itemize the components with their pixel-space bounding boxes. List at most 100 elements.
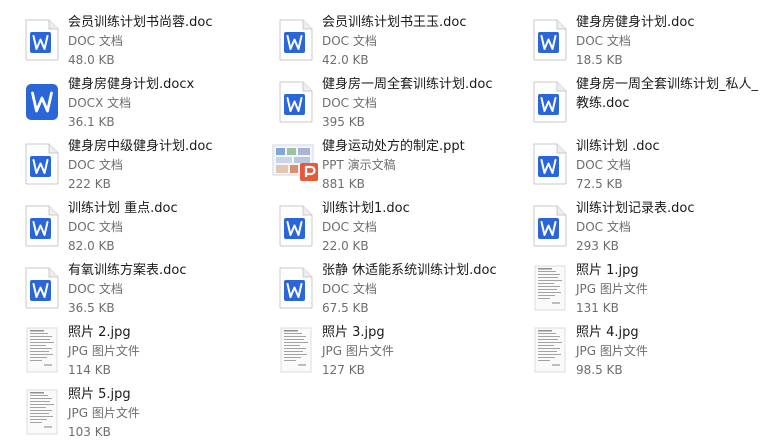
file-size: 48.0 KB: [68, 53, 115, 67]
doc-file-icon: [279, 267, 313, 309]
file-icon-container: [526, 12, 574, 68]
file-item[interactable]: 有氧训练方案表.doc DOC 文档 36.5 KB: [18, 260, 258, 320]
file-item[interactable]: 健身房一周全套训练计划.doc DOC 文档 395 KB: [272, 74, 512, 134]
jpg-thumbnail-icon: [26, 327, 58, 373]
file-type: DOC 文档: [68, 282, 123, 296]
file-size: 67.5 KB: [322, 301, 369, 315]
file-meta: 照片 3.jpg JPG 图片文件 127 KB: [322, 322, 394, 380]
file-icon-container: [526, 74, 574, 130]
doc-file-icon: [533, 81, 567, 123]
file-meta: 健身房一周全套训练计划_私人_教练.doc: [576, 74, 758, 113]
file-item[interactable]: 照片 3.jpg JPG 图片文件 127 KB: [272, 322, 512, 382]
file-icon-container: [18, 384, 66, 440]
file-icon-container: [18, 136, 66, 192]
file-name: 照片 3.jpg: [322, 325, 385, 340]
file-name: 训练计划 重点.doc: [68, 201, 178, 216]
file-meta: 健身房一周全套训练计划.doc DOC 文档 395 KB: [322, 74, 493, 132]
file-size: 293 KB: [576, 239, 619, 253]
file-name: 会员训练计划书王玉.doc: [322, 15, 467, 30]
ppt-thumbnail-icon: [272, 144, 318, 181]
file-type: DOCX 文档: [68, 96, 132, 110]
doc-file-icon: [25, 205, 59, 247]
file-type: JPG 图片文件: [322, 344, 394, 358]
file-item[interactable]: 训练计划1.doc DOC 文档 22.0 KB: [272, 198, 512, 258]
file-item[interactable]: 健身房健身计划.doc DOC 文档 18.5 KB: [526, 12, 766, 72]
file-meta: 健身房健身计划.docx DOCX 文档 36.1 KB: [68, 74, 194, 132]
file-type: DOC 文档: [68, 34, 123, 48]
file-type: JPG 图片文件: [576, 282, 648, 296]
file-item[interactable]: 照片 5.jpg JPG 图片文件 103 KB: [18, 384, 258, 444]
file-size: 18.5 KB: [576, 53, 623, 67]
file-meta: 训练计划 重点.doc DOC 文档 82.0 KB: [68, 198, 178, 256]
file-size: 103 KB: [68, 425, 111, 439]
doc-file-icon: [533, 19, 567, 61]
file-type: DOC 文档: [322, 282, 377, 296]
file-item[interactable]: 会员训练计划书王玉.doc DOC 文档 42.0 KB: [272, 12, 512, 72]
file-icon-container: [18, 198, 66, 254]
file-meta: 照片 4.jpg JPG 图片文件 98.5 KB: [576, 322, 648, 380]
file-icon-container: [272, 322, 320, 378]
file-meta: 会员训练计划书王玉.doc DOC 文档 42.0 KB: [322, 12, 467, 70]
file-item[interactable]: 照片 4.jpg JPG 图片文件 98.5 KB: [526, 322, 766, 382]
doc-file-icon: [25, 143, 59, 185]
file-icon-container: [526, 136, 574, 192]
file-item[interactable]: 照片 2.jpg JPG 图片文件 114 KB: [18, 322, 258, 382]
file-item[interactable]: 健身房一周全套训练计划_私人_教练.doc: [526, 74, 766, 134]
file-name: 健身房一周全套训练计划.doc: [322, 77, 493, 92]
doc-file-icon: [279, 81, 313, 123]
file-meta: 照片 5.jpg JPG 图片文件 103 KB: [68, 384, 140, 442]
jpg-thumbnail-icon: [534, 265, 566, 311]
doc-file-icon: [533, 143, 567, 185]
file-icon-container: [526, 198, 574, 254]
file-meta: 训练计划1.doc DOC 文档 22.0 KB: [322, 198, 410, 256]
file-meta: 照片 1.jpg JPG 图片文件 131 KB: [576, 260, 648, 318]
file-meta: 健身运动处方的制定.ppt PPT 演示文稿 881 KB: [322, 136, 465, 194]
file-size: 36.5 KB: [68, 301, 115, 315]
doc-file-icon: [279, 19, 313, 61]
file-name: 健身房健身计划.docx: [68, 77, 195, 92]
file-icon-container: [272, 136, 320, 192]
file-name: 训练计划1.doc: [322, 201, 410, 216]
file-meta: 健身房健身计划.doc DOC 文档 18.5 KB: [576, 12, 695, 70]
file-item[interactable]: 会员训练计划书尚蓉.doc DOC 文档 48.0 KB: [18, 12, 258, 72]
file-item[interactable]: 训练计划 重点.doc DOC 文档 82.0 KB: [18, 198, 258, 258]
file-type: DOC 文档: [322, 220, 377, 234]
file-item[interactable]: 照片 1.jpg JPG 图片文件 131 KB: [526, 260, 766, 320]
file-icon-container: [18, 74, 66, 130]
file-icon-container: [18, 12, 66, 68]
file-icon-container: [18, 260, 66, 316]
file-type: DOC 文档: [576, 34, 631, 48]
file-size: 72.5 KB: [576, 177, 623, 191]
file-size: 36.1 KB: [68, 115, 115, 129]
jpg-thumbnail-icon: [280, 327, 312, 373]
file-item[interactable]: 健身房健身计划.docx DOCX 文档 36.1 KB: [18, 74, 258, 134]
file-name: 训练计划 .doc: [576, 139, 660, 154]
file-name: 照片 5.jpg: [68, 387, 131, 402]
file-name: 有氧训练方案表.doc: [68, 263, 187, 278]
file-icon-container: [272, 12, 320, 68]
file-type: DOC 文档: [68, 158, 123, 172]
file-type: PPT 演示文稿: [322, 158, 396, 172]
doc-file-icon: [25, 19, 59, 61]
file-meta: 有氧训练方案表.doc DOC 文档 36.5 KB: [68, 260, 187, 318]
doc-file-icon: [25, 267, 59, 309]
file-meta: 训练计划 .doc DOC 文档 72.5 KB: [576, 136, 660, 194]
file-meta: 张静 休适能系统训练计划.doc DOC 文档 67.5 KB: [322, 260, 497, 318]
doc-file-icon: [279, 205, 313, 247]
file-name: 照片 2.jpg: [68, 325, 131, 340]
file-size: 131 KB: [576, 301, 619, 315]
docx-file-icon: [26, 84, 58, 120]
file-item[interactable]: 训练计划 .doc DOC 文档 72.5 KB: [526, 136, 766, 196]
jpg-thumbnail-icon: [534, 327, 566, 373]
file-size: 881 KB: [322, 177, 365, 191]
file-size: 98.5 KB: [576, 363, 623, 377]
file-item[interactable]: 健身房中级健身计划.doc DOC 文档 222 KB: [18, 136, 258, 196]
file-item[interactable]: 健身运动处方的制定.ppt PPT 演示文稿 881 KB: [272, 136, 512, 196]
file-item[interactable]: 训练计划记录表.doc DOC 文档 293 KB: [526, 198, 766, 258]
file-item[interactable]: 张静 休适能系统训练计划.doc DOC 文档 67.5 KB: [272, 260, 512, 320]
file-type: DOC 文档: [68, 220, 123, 234]
file-name: 照片 4.jpg: [576, 325, 639, 340]
file-size: 395 KB: [322, 115, 365, 129]
file-type: DOC 文档: [322, 34, 377, 48]
file-name: 照片 1.jpg: [576, 263, 639, 278]
